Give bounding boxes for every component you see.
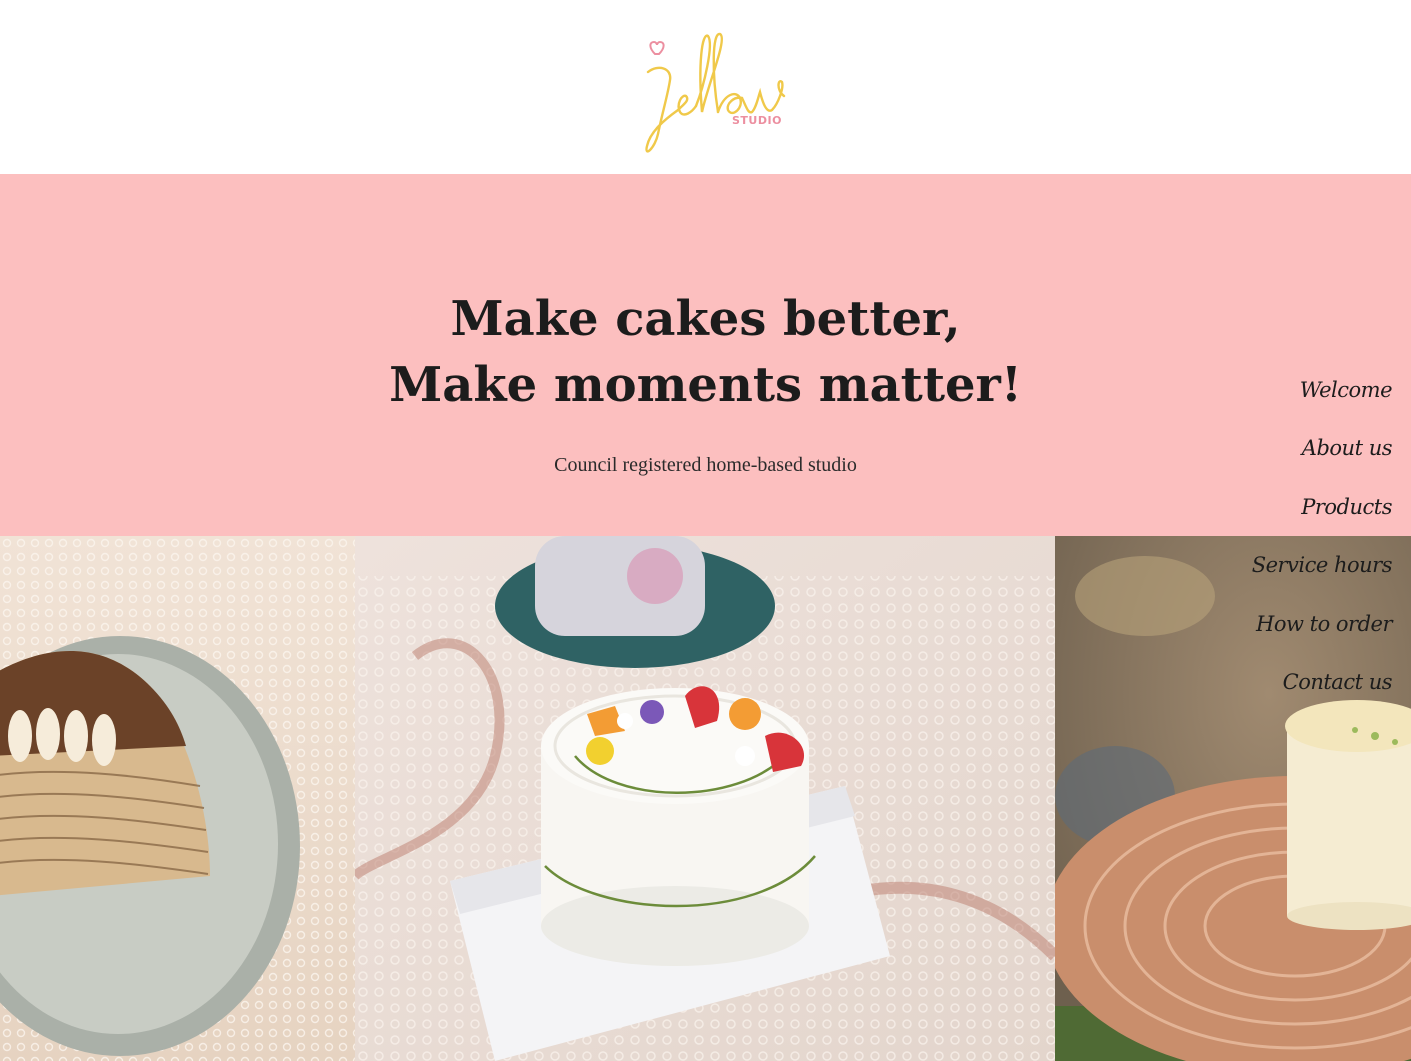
nav-item-products[interactable]: Products	[1192, 487, 1392, 545]
nav-item-welcome[interactable]: Welcome	[1192, 370, 1393, 428]
hero-headline-line2: Make moments matter!	[389, 357, 1022, 413]
nav-item-service-hours[interactable]: Service hours	[1192, 545, 1393, 603]
jellow-logo-icon	[645, 32, 786, 153]
hero-headline-line1: Make cakes better,	[450, 291, 961, 347]
logo-studio-label: STUDIO	[732, 114, 782, 127]
main-nav: Welcome About us Products Service hours …	[1192, 370, 1393, 720]
nav-item-contact-us[interactable]: Contact us	[1192, 662, 1393, 720]
nav-item-how-to-order[interactable]: How to order	[1192, 604, 1392, 662]
crepe-cake-photo	[0, 536, 355, 1061]
fruit-cream-cake-photo	[355, 536, 1055, 1061]
nav-item-about-us[interactable]: About us	[1192, 428, 1393, 486]
site-header: STUDIO	[0, 0, 1411, 174]
